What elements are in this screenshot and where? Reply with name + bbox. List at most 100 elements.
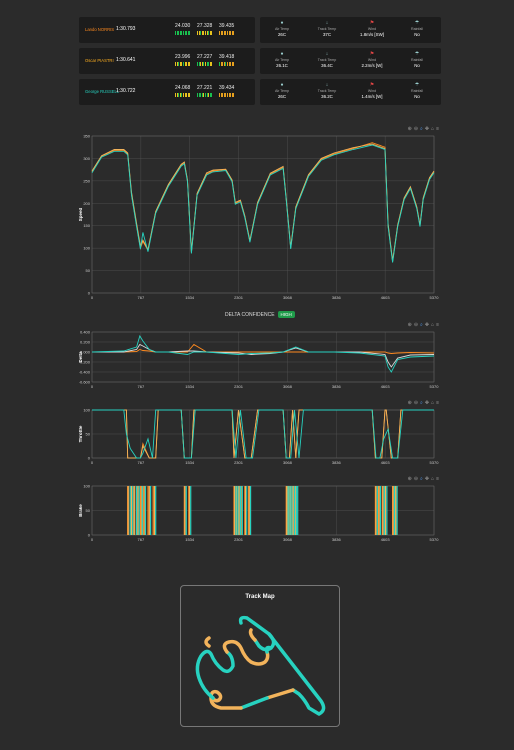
minisectors-3 (219, 93, 235, 97)
lap-time: 1:30.793 (116, 26, 136, 32)
sector-1-time: 23.996 (175, 54, 191, 60)
zoom-out-icon[interactable]: ⊖ (414, 322, 418, 328)
track-temp-value: 37C (322, 32, 332, 37)
series-line (91, 142, 435, 262)
track-temp-label: Track Temp (317, 89, 337, 93)
driver-card[interactable]: Lando NORRIS 1:30.793 24.030 27.328 39.4… (79, 17, 255, 43)
series-line (91, 144, 435, 263)
search-icon[interactable]: ⌕ (420, 322, 423, 328)
y-axis-label: Brake (79, 504, 83, 517)
minisector-bar (211, 93, 213, 97)
track-map[interactable] (181, 586, 341, 728)
thermometer-icon: ↓ (325, 82, 329, 88)
rainfall-value: No (414, 32, 420, 37)
pan-icon[interactable]: ✥ (425, 126, 429, 132)
x-tick-label: 3068 (283, 295, 293, 300)
track-segment (267, 632, 326, 716)
chart-toolbar: ⊕ ⊖ ⌕ ✥ ⌂ ≡ (408, 476, 439, 482)
wind: ⚑ Wind 1.4m/s [W] (357, 82, 387, 99)
x-tick-label: 1534 (185, 384, 195, 389)
menu-icon[interactable]: ≡ (436, 476, 439, 482)
track-temp-label: Track Temp (317, 27, 337, 31)
x-tick-label: 4603 (381, 537, 391, 542)
menu-icon[interactable]: ≡ (436, 126, 439, 132)
lap-time: 1:30.722 (116, 88, 136, 94)
y-tick-label: 50 (86, 508, 91, 513)
home-icon[interactable]: ⌂ (431, 322, 434, 328)
y-tick-label: 100 (83, 484, 90, 489)
driver-card[interactable]: Oscar PIASTRI 1:30.641 23.996 27.227 39.… (79, 48, 255, 74)
search-icon[interactable]: ⌕ (420, 126, 423, 132)
track-temp: ↓ Track Temp 36.4C (312, 51, 342, 68)
sector-2-time: 27.227 (197, 54, 213, 60)
minisectors-1 (175, 31, 191, 35)
x-tick-label: 4603 (381, 384, 391, 389)
pan-icon[interactable]: ✥ (425, 322, 429, 328)
track-map-panel: Track Map (180, 585, 340, 727)
y-tick-label: 100 (83, 246, 90, 251)
rainfall-value: No (414, 94, 420, 99)
x-tick-label: 5370 (430, 460, 440, 465)
zoom-in-icon[interactable]: ⊕ (408, 400, 412, 406)
air-temp-value: 26C (277, 94, 287, 99)
minisectors-3 (219, 31, 235, 35)
track-temp: ↓ Track Temp 36.2C (312, 82, 342, 99)
minisector-bar (189, 31, 191, 35)
speed-chart[interactable]: 0 767 1534 2301 3068 3836 4603 5370050100150200… (78, 126, 441, 306)
flag-icon: ⚑ (369, 51, 375, 57)
menu-icon[interactable]: ≡ (436, 400, 439, 406)
zoom-in-icon[interactable]: ⊕ (408, 476, 412, 482)
rain-icon: ☂ (414, 20, 420, 26)
x-tick-label: 4603 (381, 460, 391, 465)
flag-icon: ⚑ (369, 82, 375, 88)
zoom-out-icon[interactable]: ⊖ (414, 476, 418, 482)
minisectors-2 (197, 93, 213, 97)
x-tick-label: 0 (91, 384, 94, 389)
driver-row: Oscar PIASTRI 1:30.641 23.996 27.227 39.… (79, 48, 441, 74)
zoom-out-icon[interactable]: ⊖ (414, 400, 418, 406)
y-axis-label: Throttle (79, 425, 83, 442)
search-icon[interactable]: ⌕ (420, 476, 423, 482)
x-tick-label: 3836 (332, 460, 342, 465)
track-temp-label: Track Temp (317, 58, 337, 62)
y-tick-label: -0.600 (79, 380, 91, 385)
home-icon[interactable]: ⌂ (431, 400, 434, 406)
delta-chart-panel: ⊕ ⊖ ⌕ ✥ ⌂ ≡ 0 767 1534 2301 3068 3836 4603 5370 0.400… (78, 322, 441, 394)
sector-1-time: 24.068 (175, 85, 191, 91)
x-tick-label: 0 (91, 537, 94, 542)
zoom-in-icon[interactable]: ⊕ (408, 322, 412, 328)
driver-card[interactable]: George RUSSELL 1:30.722 24.068 27.221 39… (79, 79, 255, 105)
y-tick-label: 0.400 (80, 330, 91, 335)
speed-chart-panel: ⊕ ⊖ ⌕ ✥ ⌂ ≡ 0 767 1534 2301 3068 3836 4603 5370 0 50 10… (78, 126, 441, 306)
y-tick-label: 300 (83, 156, 90, 161)
brake-chart-panel: ⊕ ⊖ ⌕ ✥ ⌂ ≡ 0 767 1534 2301 3068 3836 4603 5370 0 50 10… (78, 476, 441, 548)
pan-icon[interactable]: ✥ (425, 400, 429, 406)
rainfall-label: Rainfall (411, 58, 423, 62)
wind-value: 1.8m/s [SW] (360, 32, 384, 37)
throttle-chart[interactable]: 0 767 1534 2301 3068 3836 4603 5370050100Thrott… (78, 400, 441, 472)
x-tick-label: 3836 (332, 295, 342, 300)
delta-chart[interactable]: 0 767 1534 2301 3068 3836 4603 53700.4000.2000.… (78, 322, 441, 394)
track-segment (248, 628, 257, 642)
pan-icon[interactable]: ✥ (425, 476, 429, 482)
search-icon[interactable]: ⌕ (420, 400, 423, 406)
minisector-bar (211, 62, 213, 66)
home-icon[interactable]: ⌂ (431, 126, 434, 132)
x-tick-label: 5370 (430, 295, 440, 300)
sun-icon: ● (280, 20, 284, 26)
delta-confidence-label: DELTA CONFIDENCE (225, 311, 275, 318)
chart-toolbar: ⊕ ⊖ ⌕ ✥ ⌂ ≡ (408, 322, 439, 328)
brake-chart[interactable]: 0 767 1534 2301 3068 3836 4603 5370050100Brake (78, 476, 441, 548)
y-axis-label: Speed (79, 208, 83, 222)
zoom-out-icon[interactable]: ⊖ (414, 126, 418, 132)
menu-icon[interactable]: ≡ (436, 322, 439, 328)
home-icon[interactable]: ⌂ (431, 476, 434, 482)
zoom-in-icon[interactable]: ⊕ (408, 126, 412, 132)
air-temp-value: 26.1C (276, 63, 288, 68)
driver-row: George RUSSELL 1:30.722 24.068 27.221 39… (79, 79, 441, 105)
series-line (91, 143, 435, 261)
minisectors-1 (175, 93, 191, 97)
x-tick-label: 3836 (332, 384, 342, 389)
x-tick-label: 767 (138, 460, 145, 465)
rainfall-label: Rainfall (411, 89, 423, 93)
